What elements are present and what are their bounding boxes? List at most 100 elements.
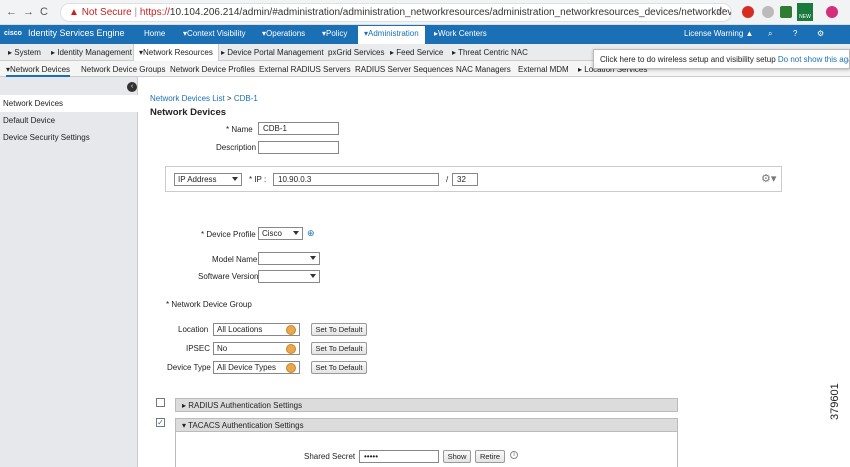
nav-context-visibility[interactable]: ▾Context Visibility [183, 29, 246, 38]
software-version-label: Software Version [198, 272, 259, 281]
search-icon[interactable]: ⌕ [768, 29, 772, 39]
device-profile-label: * Device Profile [201, 230, 256, 239]
radius-auth-settings-header[interactable]: ▸ RADIUS Authentication Settings [175, 398, 678, 412]
shared-secret-label: Shared Secret [304, 452, 356, 461]
tab-nac-managers[interactable]: NAC Managers [456, 65, 511, 74]
subnav-identity-management[interactable]: ▸ Identity Management [51, 48, 132, 57]
tooltip-text[interactable]: Click here to do wireless setup and visi… [600, 55, 776, 64]
reload-icon[interactable]: C [40, 6, 48, 18]
radius-checkbox[interactable] [156, 398, 165, 407]
device-profile-value: Cisco [262, 229, 283, 238]
dropdown-icon [286, 363, 296, 373]
device-profile-select[interactable]: Cisco [258, 227, 303, 240]
model-name-select[interactable] [258, 252, 320, 265]
browser-toolbar: ← → C ▲ Not Secure | https://10.104.206.… [0, 0, 850, 25]
breadcrumb-current: CDB-1 [233, 94, 258, 103]
warning-icon: ▲ [69, 7, 79, 18]
help-icon[interactable]: ? [793, 29, 797, 38]
ip-input[interactable]: 10.90.0.3 [273, 173, 439, 186]
subnav-network-resources[interactable]: ▾Network Resources [133, 44, 219, 61]
ipsec-label: IPSEC [186, 344, 211, 353]
tacacs-auth-settings-header[interactable]: ▾ TACACS Authentication Settings [175, 418, 678, 432]
tab-radius-server-sequences[interactable]: RADIUS Server Sequences [355, 65, 453, 74]
location-value: All Locations [217, 325, 263, 334]
name-input[interactable]: CDB-1 [258, 122, 339, 135]
tacacs-label: TACACS Authentication Settings [188, 421, 304, 430]
device-type-set-default-button[interactable]: Set To Default [311, 361, 367, 374]
opera-extension-icon[interactable] [742, 6, 754, 18]
url-text: 10.104.206.214/admin/#administration/adm… [169, 7, 732, 18]
breadcrumb-link[interactable]: Network Devices List [150, 94, 225, 103]
new-badge: NEW [799, 14, 811, 20]
location-select[interactable]: All Locations [213, 323, 300, 336]
model-name-label: Model Name [212, 255, 258, 264]
subnav-feed-service[interactable]: ▸ Feed Service [390, 48, 443, 57]
tab-external-mdm[interactable]: External MDM [518, 65, 569, 74]
sidebar-item-device-security-settings[interactable]: Device Security Settings [0, 129, 138, 146]
nav-work-centers[interactable]: ▸Work Centers [434, 29, 487, 38]
extension-icon[interactable] [762, 6, 774, 18]
extension-icon-2[interactable] [780, 6, 792, 18]
license-warning[interactable]: License Warning ▲ [684, 29, 753, 38]
network-device-group-label: * Network Device Group [166, 300, 252, 309]
shared-secret-input[interactable]: ••••• [359, 450, 439, 463]
nav-policy[interactable]: ▾Policy [322, 29, 347, 38]
wireless-setup-tooltip: Click here to do wireless setup and visi… [593, 49, 850, 69]
subnav-device-portal[interactable]: ▸ Device Portal Management [221, 48, 324, 57]
show-button[interactable]: Show [443, 450, 471, 463]
collapse-sidebar-icon[interactable]: ‹ [127, 82, 137, 92]
device-type-label: Device Type [167, 363, 211, 372]
security-label: Not Secure [81, 7, 132, 18]
dropdown-icon [286, 325, 296, 335]
sidebar-item-network-devices[interactable]: Network Devices [0, 95, 138, 112]
location-label: Location [178, 325, 209, 334]
description-label: Description [216, 143, 257, 152]
globe-icon[interactable]: ⊕ [307, 228, 315, 239]
nav-operations[interactable]: ▾Operations [262, 29, 305, 38]
device-type-select[interactable]: All Device Types [213, 361, 300, 374]
page-title: Network Devices [150, 107, 227, 118]
do-not-show-link[interactable]: Do not show this again. [778, 55, 849, 64]
profile-avatar[interactable] [826, 6, 838, 18]
description-input[interactable] [258, 141, 339, 154]
tab-network-device-groups[interactable]: Network Device Groups [81, 65, 165, 74]
gear-icon[interactable]: ⚙ [817, 29, 824, 38]
tab-external-radius-servers[interactable]: External RADIUS Servers [259, 65, 351, 74]
figure-number: 379601 [829, 383, 841, 420]
tacacs-checkbox[interactable]: ✓ [156, 418, 165, 427]
url-scheme: https:// [139, 7, 170, 18]
cisco-logo: cisco [4, 30, 22, 37]
app-title: Identity Services Engine [28, 28, 125, 38]
ip-label: * IP : [249, 175, 267, 184]
device-type-value: All Device Types [217, 363, 276, 372]
nav-home[interactable]: Home [144, 29, 165, 38]
ip-type-select[interactable]: IP Address [174, 173, 242, 186]
star-icon[interactable]: ☆ [716, 4, 726, 17]
subnav-pxgrid[interactable]: pxGrid Services [328, 48, 384, 57]
ipsec-select[interactable]: No [213, 342, 300, 355]
back-icon[interactable]: ← [6, 6, 17, 18]
tab-network-device-profiles[interactable]: Network Device Profiles [170, 65, 255, 74]
subnav-system[interactable]: ▸ System [8, 48, 41, 57]
sidebar: ‹ Network Devices Default Device Device … [0, 77, 138, 467]
subnav-threat-centric-nac[interactable]: ▸ Threat Centric NAC [452, 48, 528, 57]
breadcrumb: Network Devices List > CDB-1 [150, 94, 258, 103]
info-icon[interactable]: i [510, 451, 518, 459]
mask-input[interactable]: 32 [452, 173, 478, 186]
retire-button[interactable]: Retire [475, 450, 505, 463]
address-bar[interactable]: ▲ Not Secure | https://10.104.206.214/ad… [60, 3, 732, 22]
tab-network-devices[interactable]: ▾Network Devices [6, 61, 71, 77]
breadcrumb-separator: > [226, 94, 232, 103]
mask-separator: / [446, 175, 449, 184]
sidebar-item-default-device[interactable]: Default Device [0, 112, 138, 129]
nav-administration[interactable]: ▾Administration [358, 26, 425, 44]
ipsec-value: No [217, 344, 228, 353]
forward-icon[interactable]: → [23, 6, 34, 18]
ipsec-set-default-button[interactable]: Set To Default [311, 342, 367, 355]
location-set-default-button[interactable]: Set To Default [311, 323, 367, 336]
software-version-select[interactable] [258, 270, 320, 283]
gear-dropdown-icon[interactable]: ⚙▾ [761, 172, 776, 185]
radius-label: RADIUS Authentication Settings [188, 401, 303, 410]
top-navigation: cisco Identity Services Engine Home ▾Con… [0, 25, 850, 44]
new-extension-icon[interactable]: NEW [797, 3, 813, 21]
